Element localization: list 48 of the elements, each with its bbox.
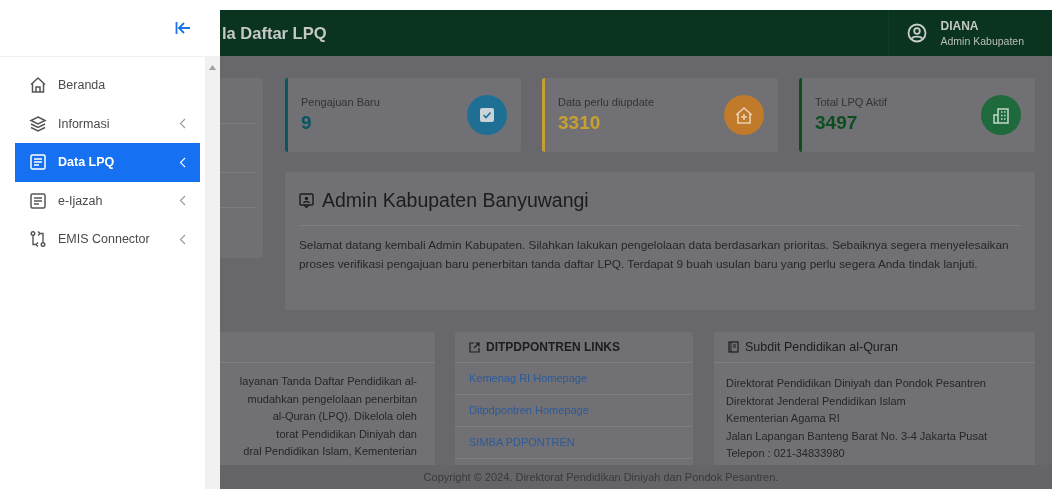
- menu-label: e-Ijazah: [58, 193, 103, 208]
- menu-label: EMIS Connector: [58, 232, 150, 247]
- scrollbar[interactable]: [205, 57, 220, 489]
- address-line: Kementerian Agama RI: [726, 411, 841, 426]
- building-icon: [981, 95, 1021, 135]
- connector-icon: [29, 230, 47, 249]
- address-line: Direktorat Jenderal Pendidikan Islam: [726, 393, 907, 409]
- external-link-icon: [469, 341, 480, 353]
- text-line: dral Pendidikan Islam, Kementerian: [243, 444, 417, 459]
- user-name: DIANA: [940, 19, 980, 33]
- document-icon: [29, 191, 47, 210]
- home-icon: [29, 76, 47, 95]
- contact-icon: [299, 193, 314, 208]
- address-line: Direktorat Pendidikan Diniyah dan Pondok Pesantren: [726, 376, 987, 391]
- sidebar-item[interactable]: Data LPQ: [15, 143, 200, 182]
- text-line: mudahkan pengelolaan penerbitan: [247, 391, 417, 407]
- user-icon[interactable]: [906, 23, 927, 43]
- stat-label: Total LPQ Aktif: [815, 96, 888, 108]
- checkbox-icon: [467, 95, 507, 135]
- menu-label: Data LPQ: [58, 155, 115, 170]
- stat-label: Data perlu diupdate: [558, 96, 654, 108]
- book-icon: [728, 341, 739, 353]
- stat-value: 3310: [558, 112, 602, 134]
- page-title: la Daftar LPQ: [221, 23, 327, 43]
- text-line: layanan Tanda Daftar Pendidikan al-: [239, 374, 417, 389]
- sidebar-item[interactable]: EMIS Connector: [15, 220, 200, 259]
- sidebar-item[interactable]: Informasi: [15, 104, 200, 143]
- sidebar-item[interactable]: e-Ijazah: [15, 181, 200, 220]
- user-role: Admin Kabupaten: [940, 35, 1024, 47]
- card-title: DITPDPONTREN LINKS: [486, 340, 620, 354]
- sidebar-item[interactable]: Beranda: [15, 66, 200, 105]
- collapse-sidebar-button[interactable]: [173, 19, 193, 37]
- welcome-text: Selamat datang kembali Admin Kabupaten. Silahkan lakukan pengelolaan data berdasarkan prioritas. Sebaiknya segera menyelesaikan proses verifikasi pengajuan baru penerbitan tanda daftar LPQ. Terdapat 9 buah usulan baru yang perlu segera Anda tindak lanjuti.: [299, 237, 1010, 273]
- address-line: Jalan Lapangan Banteng Barat No. 3-4 Jakarta Pusat: [726, 428, 989, 444]
- document-icon: [29, 153, 47, 172]
- card-title: Subdit Pendidikan al-Quran: [745, 340, 898, 354]
- menu-label: Beranda: [58, 78, 106, 93]
- menu-label: Informasi: [58, 116, 110, 131]
- scroll-up-icon[interactable]: [209, 65, 216, 70]
- layers-icon: [29, 114, 47, 133]
- address-line: Telepon : 021-34833980: [726, 446, 846, 461]
- stat-value: 9: [301, 112, 313, 134]
- stat-value: 3497: [815, 112, 859, 134]
- stat-label: Pengajuan Baru: [301, 96, 380, 108]
- text-line: al-Quran (LPQ). Dikelola oleh: [272, 409, 417, 424]
- house-icon: [724, 95, 764, 135]
- text-line: torat Pendidikan Diniyah dan: [276, 426, 417, 442]
- card-title: Admin Kabupaten Banyuwangi: [322, 189, 589, 212]
